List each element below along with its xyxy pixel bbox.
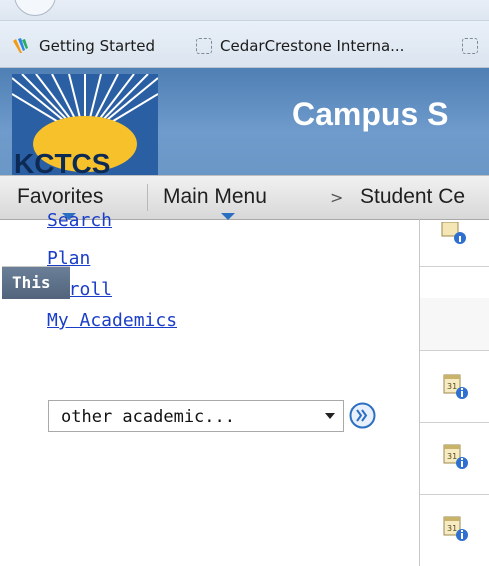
- main-menu-dropdown-icon[interactable]: [221, 213, 235, 220]
- nav-student-center[interactable]: Student Ce: [360, 185, 465, 209]
- nav-divider: [147, 184, 148, 211]
- browser-toolbar: [0, 0, 489, 21]
- other-academic-select[interactable]: other academic...: [48, 400, 344, 432]
- table-row: [420, 218, 489, 267]
- logo-text: KCTCS: [14, 148, 110, 175]
- browser-window: Getting Started CedarCrestone Interna...: [0, 0, 489, 566]
- calendar-info-icon[interactable]: 31: [442, 515, 468, 541]
- panel-header-text: This: [12, 273, 51, 292]
- campus-banner: KCTCS Campus S: [0, 68, 489, 179]
- calendar-info-icon[interactable]: [440, 222, 466, 248]
- schedule-table: 31 31 31: [419, 298, 489, 566]
- select-value: other academic...: [61, 407, 235, 427]
- table-row: 31: [420, 351, 489, 423]
- bookmark-cedarcrestone[interactable]: CedarCrestone Interna...: [196, 36, 404, 56]
- bookmarks-bar: Getting Started CedarCrestone Interna...: [0, 21, 489, 68]
- link-search[interactable]: Search: [47, 210, 112, 231]
- kctcs-logo: KCTCS: [11, 73, 159, 179]
- chevron-down-icon: [325, 413, 335, 419]
- nav-main-menu[interactable]: Main Menu: [163, 185, 267, 209]
- table-row: 31: [420, 423, 489, 495]
- table-header-row: [420, 298, 489, 351]
- bookmark-label: Getting Started: [39, 37, 155, 55]
- breadcrumb-separator-icon: >: [330, 188, 344, 207]
- link-my-academics[interactable]: My Academics: [47, 310, 177, 331]
- go-arrow-icon[interactable]: [349, 402, 376, 429]
- panel-header: This: [2, 266, 70, 299]
- calendar-info-icon[interactable]: 31: [442, 373, 468, 399]
- svg-text:31: 31: [447, 524, 457, 533]
- bookmark-third[interactable]: [462, 36, 486, 56]
- bookmark-getting-started[interactable]: Getting Started: [10, 36, 155, 56]
- calendar-info-icon[interactable]: 31: [442, 443, 468, 469]
- nav-favorites[interactable]: Favorites: [17, 185, 103, 209]
- bookmark-logo-icon: [13, 38, 28, 53]
- table-row: 31: [420, 495, 489, 566]
- app-title: Campus S: [292, 96, 449, 132]
- svg-text:31: 31: [447, 452, 457, 461]
- browser-back-button[interactable]: [14, 0, 56, 16]
- bookmark-label: CedarCrestone Interna...: [220, 37, 405, 55]
- svg-text:31: 31: [447, 382, 457, 391]
- dashed-bookmark-icon: [196, 38, 212, 54]
- dashed-bookmark-icon: [462, 38, 478, 54]
